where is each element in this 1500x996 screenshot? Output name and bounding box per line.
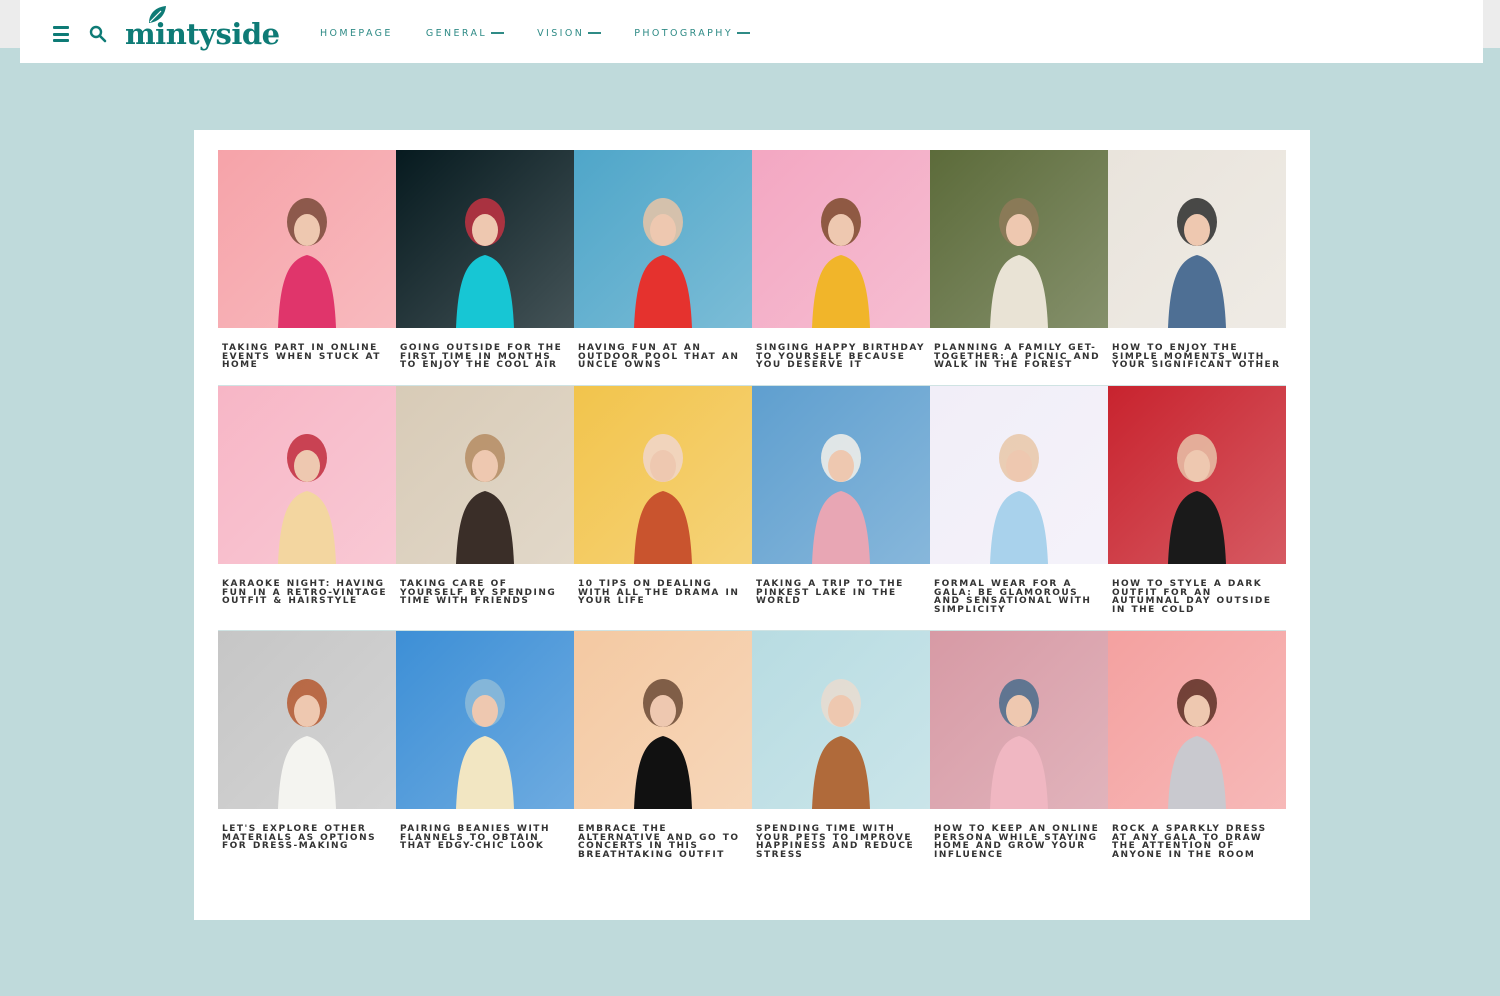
post-thumbnail[interactable] [396,631,574,809]
post-thumbnail[interactable] [752,631,930,809]
post-title[interactable]: PLANNING A FAMILY GET-TOGETHER: A PICNIC… [930,343,1108,370]
post-title[interactable]: SPENDING TIME WITH YOUR PETS TO IMPROVE … [752,825,930,860]
nav-label: PHOTOGRAPHY [634,27,734,39]
post-card[interactable]: FORMAL WEAR FOR A GALA: BE GLAMOROUS AND… [930,386,1108,615]
post-title[interactable]: TAKING CARE OF YOURSELF BY SPENDING TIME… [396,579,574,606]
post-thumbnail[interactable] [396,386,574,564]
post-card[interactable]: SPENDING TIME WITH YOUR PETS TO IMPROVE … [752,631,930,860]
post-title[interactable]: 10 TIPS ON DEALING WITH ALL THE DRAMA IN… [574,579,752,606]
nav-label: GENERAL [425,27,488,39]
post-thumbnail[interactable] [930,386,1108,564]
post-title[interactable]: FORMAL WEAR FOR A GALA: BE GLAMOROUS AND… [930,580,1108,615]
nav-vision[interactable]: VISION [537,27,602,39]
nav-label: HOMEPAGE [320,27,393,39]
post-title[interactable]: GOING OUTSIDE FOR THE FIRST TIME IN MONT… [396,343,574,370]
post-thumbnail[interactable] [752,150,930,328]
post-title[interactable]: HOW TO STYLE A DARK OUTFIT FOR AN AUTUMN… [1108,580,1286,615]
post-card[interactable]: TAKING A TRIP TO THE PINKEST LAKE IN THE… [752,386,930,606]
post-card[interactable]: HOW TO STYLE A DARK OUTFIT FOR AN AUTUMN… [1108,386,1286,615]
post-thumbnail[interactable] [218,631,396,809]
post-row: KARAOKE NIGHT: HAVING FUN IN A RETRO-VIN… [218,386,1286,631]
post-grid-panel: TAKING PART IN ONLINE EVENTS WHEN STUCK … [194,130,1310,920]
post-card[interactable]: PLANNING A FAMILY GET-TOGETHER: A PICNIC… [930,150,1108,370]
dropdown-dash-icon [491,32,505,34]
post-thumbnail[interactable] [1108,631,1286,809]
post-card[interactable]: TAKING PART IN ONLINE EVENTS WHEN STUCK … [218,150,396,370]
post-title[interactable]: SINGING HAPPY BIRTHDAY TO YOURSELF BECAU… [752,343,930,370]
post-title[interactable]: EMBRACE THE ALTERNATIVE AND GO TO CONCER… [574,825,752,860]
hamburger-menu-icon[interactable] [53,26,69,42]
post-thumbnail[interactable] [1108,150,1286,328]
post-card[interactable]: HAVING FUN AT AN OUTDOOR POOL THAT AN UN… [574,150,752,370]
nav-homepage[interactable]: HOMEPAGE [320,28,393,39]
post-thumbnail[interactable] [218,150,396,328]
post-title[interactable]: HOW TO KEEP AN ONLINE PERSONA WHILE STAY… [930,825,1108,860]
post-row: TAKING PART IN ONLINE EVENTS WHEN STUCK … [218,150,1286,386]
dropdown-dash-icon [737,32,751,34]
post-title[interactable]: PAIRING BEANIES WITH FLANNELS TO OBTAIN … [396,824,574,851]
site-header: mintyside HOMEPAGE GENERAL VISION PHOTOG… [20,0,1483,63]
post-card[interactable]: TAKING CARE OF YOURSELF BY SPENDING TIME… [396,386,574,606]
post-thumbnail[interactable] [1108,386,1286,564]
post-row: LET'S EXPLORE OTHER MATERIALS AS OPTIONS… [218,631,1286,881]
nav-photography[interactable]: PHOTOGRAPHY [634,27,751,39]
post-thumbnail[interactable] [396,150,574,328]
post-card[interactable]: LET'S EXPLORE OTHER MATERIALS AS OPTIONS… [218,631,396,851]
post-card[interactable]: GOING OUTSIDE FOR THE FIRST TIME IN MONT… [396,150,574,370]
post-thumbnail[interactable] [574,386,752,564]
logo-text: mintyside [125,17,280,51]
post-card[interactable]: HOW TO ENJOY THE SIMPLE MOMENTS WITH YOU… [1108,150,1286,370]
site-logo[interactable]: mintyside [125,6,280,52]
dropdown-dash-icon [588,32,602,34]
post-thumbnail[interactable] [930,631,1108,809]
search-icon[interactable] [89,25,107,43]
post-title[interactable]: LET'S EXPLORE OTHER MATERIALS AS OPTIONS… [218,824,396,851]
post-title[interactable]: HOW TO ENJOY THE SIMPLE MOMENTS WITH YOU… [1108,343,1286,370]
post-card[interactable]: KARAOKE NIGHT: HAVING FUN IN A RETRO-VIN… [218,386,396,606]
post-grid: TAKING PART IN ONLINE EVENTS WHEN STUCK … [218,150,1286,881]
post-card[interactable]: 10 TIPS ON DEALING WITH ALL THE DRAMA IN… [574,386,752,606]
post-card[interactable]: EMBRACE THE ALTERNATIVE AND GO TO CONCER… [574,631,752,860]
post-title[interactable]: HAVING FUN AT AN OUTDOOR POOL THAT AN UN… [574,343,752,370]
nav-label: VISION [537,27,585,39]
post-card[interactable]: PAIRING BEANIES WITH FLANNELS TO OBTAIN … [396,631,574,851]
main-nav: HOMEPAGE GENERAL VISION PHOTOGRAPHY [320,26,783,40]
post-thumbnail[interactable] [752,386,930,564]
post-title[interactable]: TAKING A TRIP TO THE PINKEST LAKE IN THE… [752,579,930,606]
post-thumbnail[interactable] [574,150,752,328]
post-title[interactable]: TAKING PART IN ONLINE EVENTS WHEN STUCK … [218,343,396,370]
nav-general[interactable]: GENERAL [425,27,505,39]
post-thumbnail[interactable] [218,386,396,564]
post-card[interactable]: ROCK A SPARKLY DRESS AT ANY GALA TO DRAW… [1108,631,1286,860]
post-thumbnail[interactable] [930,150,1108,328]
post-card[interactable]: HOW TO KEEP AN ONLINE PERSONA WHILE STAY… [930,631,1108,860]
post-thumbnail[interactable] [574,631,752,809]
post-title[interactable]: KARAOKE NIGHT: HAVING FUN IN A RETRO-VIN… [218,579,396,606]
post-card[interactable]: SINGING HAPPY BIRTHDAY TO YOURSELF BECAU… [752,150,930,370]
post-title[interactable]: ROCK A SPARKLY DRESS AT ANY GALA TO DRAW… [1108,825,1286,860]
